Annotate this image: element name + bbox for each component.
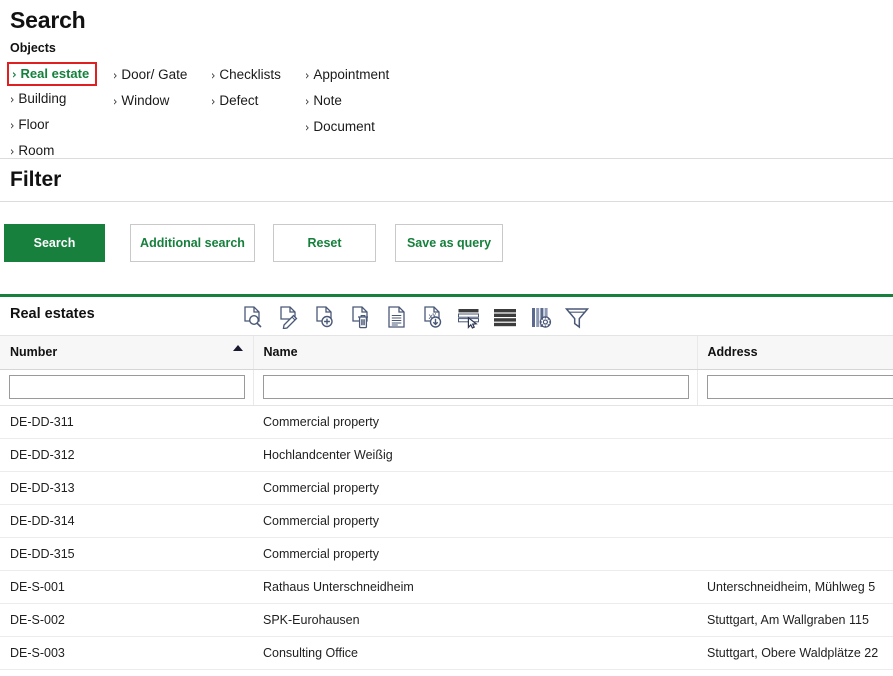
table-row[interactable]: DE-S-002 SPK-Eurohausen Stuttgart, Am Wa… bbox=[0, 603, 893, 637]
cell-name: Rathaus Unterschneidheim bbox=[253, 570, 697, 604]
filter-title: Filter bbox=[10, 168, 62, 191]
filter-input-number[interactable] bbox=[9, 375, 245, 399]
column-header-name-label: Name bbox=[263, 345, 298, 360]
table-row[interactable]: DE-DD-313 Commercial property bbox=[0, 471, 893, 505]
cell-number: DE-S-002 bbox=[0, 603, 253, 637]
cell-number: DE-DD-315 bbox=[0, 537, 253, 571]
object-link-building[interactable]: › Building bbox=[10, 86, 115, 112]
report-icon[interactable] bbox=[384, 302, 410, 332]
cell-number: DE-S-001 bbox=[0, 570, 253, 604]
cell-number: DE-S-003 bbox=[0, 636, 253, 670]
cell-name: Commercial property bbox=[253, 405, 697, 439]
column-settings-icon[interactable] bbox=[528, 302, 554, 332]
reset-button[interactable]: Reset bbox=[273, 224, 376, 262]
object-link-defect[interactable]: › Defect bbox=[211, 88, 311, 114]
objects-label: Objects bbox=[10, 41, 56, 55]
object-link-room[interactable]: › Room bbox=[10, 138, 115, 164]
export-excel-icon[interactable]: x y bbox=[420, 302, 446, 332]
column-header-number-label: Number bbox=[10, 345, 58, 360]
object-link-checklists[interactable]: › Checklists bbox=[211, 62, 311, 88]
chevron-right-icon: › bbox=[12, 66, 17, 82]
chevron-right-icon: › bbox=[211, 93, 216, 109]
cell-number: DE-DD-312 bbox=[0, 438, 253, 472]
objects-column-3: › Checklists › Defect bbox=[211, 62, 311, 114]
cell-number: DE-DD-313 bbox=[0, 471, 253, 505]
results-table-body: DE-DD-311 Commercial property DE-DD-312 … bbox=[0, 405, 893, 670]
column-filter-cell-name bbox=[253, 369, 698, 406]
table-row[interactable]: DE-DD-315 Commercial property bbox=[0, 537, 893, 571]
table-header-row: Number Name Address bbox=[0, 336, 893, 370]
object-link-real-estate[interactable]: › Real estate bbox=[7, 62, 98, 86]
object-link-window[interactable]: › Window bbox=[113, 88, 213, 114]
results-table-wrapper: Number Name Address DE-DD-311 Commercial… bbox=[0, 336, 893, 670]
column-header-address-label: Address bbox=[707, 345, 758, 360]
edit-document-icon[interactable] bbox=[276, 302, 302, 332]
column-header-number[interactable]: Number bbox=[0, 336, 254, 370]
object-link-appointment[interactable]: › Appointment bbox=[305, 62, 445, 88]
cell-name: Hochlandcenter Weißig bbox=[253, 438, 697, 472]
cell-address: Stuttgart, Am Wallgraben 115 bbox=[697, 603, 893, 637]
object-link-note[interactable]: › Note bbox=[305, 88, 445, 114]
objects-column-1: › Real estate › Building › Floor › Room bbox=[7, 62, 115, 164]
delete-document-icon[interactable] bbox=[348, 302, 374, 332]
column-header-name[interactable]: Name bbox=[253, 336, 698, 370]
additional-search-button[interactable]: Additional search bbox=[130, 224, 255, 262]
cell-name: Commercial property bbox=[253, 471, 697, 505]
results-panel-header: Real estates x y bbox=[0, 297, 893, 336]
results-table: Number Name Address DE-DD-311 Commercial… bbox=[0, 336, 893, 670]
object-link-floor[interactable]: › Floor bbox=[10, 112, 115, 138]
objects-column-2: › Door/ Gate › Window bbox=[113, 62, 213, 114]
objects-grid: › Real estate › Building › Floor › Room › Doo… bbox=[0, 62, 893, 159]
sort-ascending-icon bbox=[232, 345, 243, 351]
cell-address bbox=[697, 504, 893, 538]
chevron-right-icon: › bbox=[113, 93, 118, 109]
cell-number: DE-DD-311 bbox=[0, 405, 253, 439]
filter-input-address[interactable] bbox=[706, 375, 893, 399]
show-details-icon[interactable] bbox=[240, 302, 266, 332]
filter-button-row: Search Additional search Reset Save as q… bbox=[0, 202, 893, 276]
save-as-query-button[interactable]: Save as query bbox=[395, 224, 503, 262]
chevron-right-icon: › bbox=[305, 119, 310, 135]
cell-name: Commercial property bbox=[253, 504, 697, 538]
select-rows-icon[interactable] bbox=[456, 302, 482, 332]
filter-funnel-icon[interactable] bbox=[564, 302, 590, 332]
cell-address bbox=[697, 471, 893, 505]
table-row[interactable]: DE-DD-314 Commercial property bbox=[0, 504, 893, 538]
results-panel-title: Real estates bbox=[10, 306, 95, 322]
search-button[interactable]: Search bbox=[4, 224, 105, 262]
cell-address bbox=[697, 537, 893, 571]
table-row[interactable]: DE-S-003 Consulting Office Stuttgart, Ob… bbox=[0, 636, 893, 670]
cell-name: Commercial property bbox=[253, 537, 697, 571]
cell-address: Stuttgart, Obere Waldplätze 22 bbox=[697, 636, 893, 670]
table-row[interactable]: DE-DD-311 Commercial property bbox=[0, 405, 893, 439]
results-toolbar: x y bbox=[240, 302, 590, 332]
object-link-document[interactable]: › Document bbox=[305, 114, 445, 140]
search-section: Search Objects › Real estate › Building › F… bbox=[0, 0, 893, 159]
table-row[interactable]: DE-DD-312 Hochlandcenter Weißig bbox=[0, 438, 893, 472]
cell-name: SPK-Eurohausen bbox=[253, 603, 697, 637]
chevron-right-icon: › bbox=[10, 143, 15, 159]
new-document-icon[interactable] bbox=[312, 302, 338, 332]
cell-address: Unterschneidheim, Mühlweg 5 bbox=[697, 570, 893, 604]
column-filter-row bbox=[0, 369, 893, 406]
filter-input-name[interactable] bbox=[262, 375, 689, 399]
cell-name: Consulting Office bbox=[253, 636, 697, 670]
column-filter-cell-address bbox=[697, 369, 893, 406]
column-header-address[interactable]: Address bbox=[697, 336, 893, 370]
page-title: Search bbox=[10, 7, 86, 33]
objects-column-4: › Appointment › Note › Document bbox=[305, 62, 445, 140]
column-filter-cell-number bbox=[0, 369, 254, 406]
cell-address bbox=[697, 405, 893, 439]
table-row[interactable]: DE-S-001 Rathaus Unterschneidheim Unters… bbox=[0, 570, 893, 604]
list-layout-icon[interactable] bbox=[492, 302, 518, 332]
object-link-door-gate[interactable]: › Door/ Gate bbox=[113, 62, 213, 88]
results-panel: Real estates x y Number Name Address DE-… bbox=[0, 294, 893, 670]
cell-address bbox=[697, 438, 893, 472]
cell-number: DE-DD-314 bbox=[0, 504, 253, 538]
